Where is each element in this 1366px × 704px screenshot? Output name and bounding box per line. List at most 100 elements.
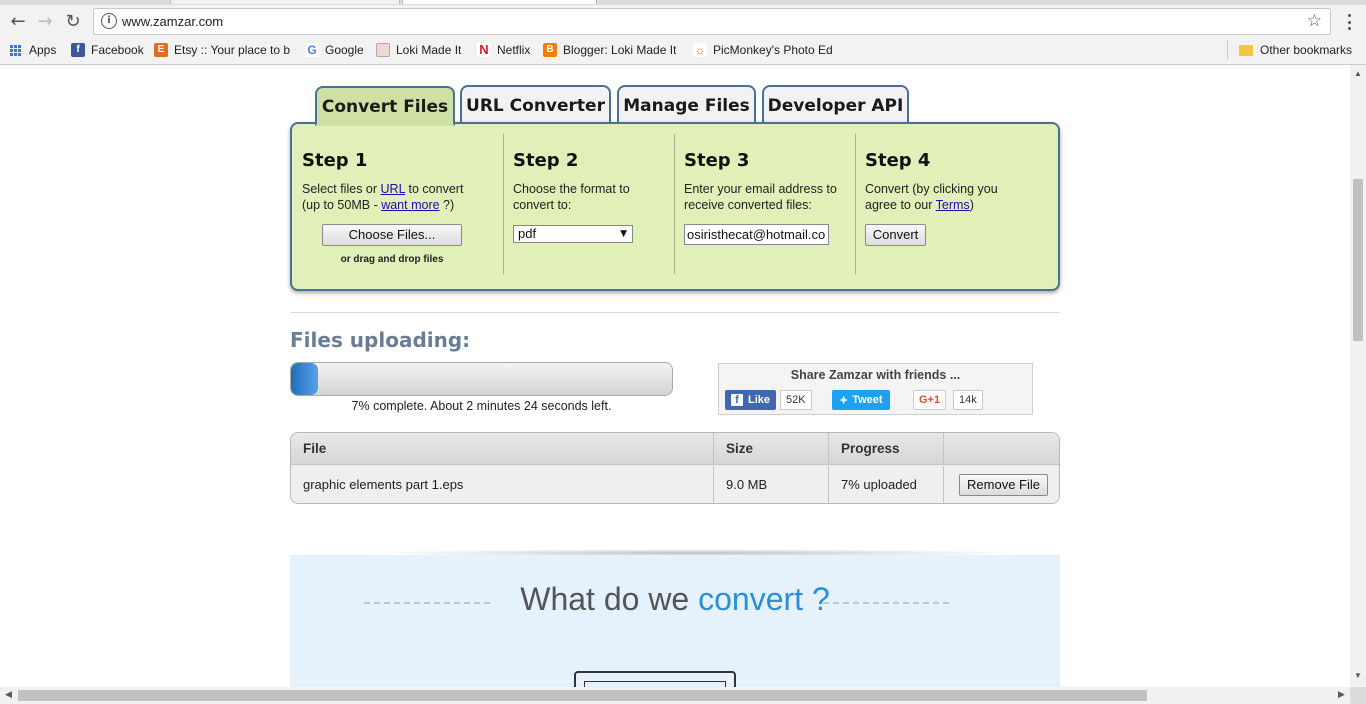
other-bookmarks[interactable]: Other bookmarks — [1239, 41, 1352, 59]
upload-progress-bar — [290, 362, 673, 396]
dropdown-arrow-icon: ▼ — [620, 229, 627, 239]
tab-developer-api[interactable]: Developer API — [762, 85, 909, 123]
back-arrow-icon[interactable]: ← — [7, 11, 29, 33]
other-bookmarks-label: Other bookmarks — [1260, 43, 1353, 57]
file-name: graphic elements part 1.eps — [291, 466, 714, 503]
step-4-text: Convert (by clicking you agree to our Te… — [865, 181, 1015, 213]
bookmark-facebook[interactable]: f Facebook — [71, 41, 144, 59]
format-select[interactable]: pdf ▼ — [513, 225, 633, 243]
step-3-title: Step 3 — [684, 150, 750, 171]
reload-icon[interactable]: ↻ — [62, 11, 84, 33]
file-progress: 7% uploaded — [829, 466, 944, 503]
what-heading: What do we convert ? — [290, 581, 1060, 618]
bookmark-picmonkey[interactable]: ☼ PicMonkey's Photo Ed — [693, 41, 833, 59]
bookmark-apps[interactable]: Apps — [10, 41, 56, 59]
step-1-text-a: Select files or — [302, 182, 381, 196]
tweet-button[interactable]: ✦ Tweet — [832, 390, 890, 410]
bookmarks-divider — [1227, 40, 1228, 60]
tab-url-converter[interactable]: URL Converter — [460, 85, 611, 123]
step-1: Step 1 Select files or URL to convert (u… — [302, 124, 502, 289]
convert-panel: Step 1 Select files or URL to convert (u… — [290, 122, 1060, 291]
etsy-icon: E — [154, 43, 168, 57]
vertical-scroll-thumb[interactable] — [1353, 179, 1363, 341]
folder-icon — [1239, 44, 1253, 56]
loki-icon — [376, 43, 390, 57]
step-3-text: Enter your email address to receive conv… — [684, 182, 837, 212]
step-2-text: Choose the format to convert to: — [513, 182, 630, 212]
share-title: Share Zamzar with friends ... — [790, 368, 961, 382]
bookmark-label: Blogger: Loki Made It — [563, 43, 677, 57]
vertical-scrollbar[interactable]: ▲ ▼ — [1350, 65, 1366, 687]
step-1-text: Select files or URL to convert (up to 50… — [302, 181, 463, 213]
horizontal-scrollbar[interactable]: ◀ ▶ — [0, 687, 1350, 704]
bookmark-label: Etsy :: Your place to bu — [174, 43, 290, 57]
what-heading-a: What do we — [520, 581, 699, 617]
like-label: Like — [748, 394, 771, 406]
section-divider — [290, 312, 1060, 313]
browser-tab[interactable] — [170, 0, 400, 4]
twitter-bird-icon: ✦ — [839, 394, 849, 407]
drag-drop-hint: or drag and drop files — [340, 254, 444, 265]
bookmark-label: Netflix — [497, 43, 531, 57]
apps-grid-icon — [10, 44, 21, 56]
scroll-right-arrow-icon[interactable]: ▶ — [1338, 689, 1345, 700]
tweet-label: Tweet — [852, 394, 883, 406]
info-icon[interactable]: i — [101, 13, 117, 29]
bookmark-label: Google — [325, 43, 364, 57]
header-file: File — [291, 433, 714, 464]
tab-convert-files[interactable]: Convert Files — [315, 86, 455, 126]
facebook-icon: f — [71, 43, 85, 57]
bookmark-netflix[interactable]: N Netflix — [477, 41, 530, 59]
files-table: File Size Progress graphic elements part… — [290, 432, 1060, 504]
scroll-up-arrow-icon[interactable]: ▲ — [1354, 69, 1362, 78]
horizontal-scroll-thumb[interactable] — [18, 690, 1147, 701]
step-3: Step 3 Enter your email address to recei… — [684, 124, 854, 289]
forward-arrow-icon[interactable]: → — [34, 11, 56, 33]
step-1-text-d: ?) — [439, 198, 455, 212]
facebook-icon: f — [731, 394, 743, 406]
browser-tab-active[interactable] — [402, 0, 597, 4]
scroll-down-arrow-icon[interactable]: ▼ — [1354, 671, 1362, 680]
table-header: File Size Progress — [291, 433, 1059, 465]
blogger-icon: B — [543, 43, 557, 57]
bookmarks-bar: Apps f Facebook E Etsy :: Your place to … — [0, 39, 1366, 61]
netflix-icon: N — [477, 43, 491, 57]
email-input[interactable]: osiristhecat@hotmail.co — [684, 224, 829, 245]
want-more-link[interactable]: want more — [381, 198, 439, 212]
bookmark-label: Apps — [29, 43, 57, 57]
bookmark-star-icon[interactable]: ☆ — [1307, 11, 1322, 31]
format-value: pdf — [518, 226, 537, 241]
google-icon: G — [305, 43, 319, 57]
url-link[interactable]: URL — [381, 182, 406, 196]
bookmark-google[interactable]: G Google — [305, 41, 364, 59]
scrollbar-corner — [1350, 687, 1366, 704]
google-plus-button[interactable]: G+1 — [913, 390, 947, 410]
address-bar[interactable]: i www.zamzar.com ☆ — [93, 8, 1331, 35]
sketch-illustration — [574, 671, 736, 687]
browser-menu-icon[interactable] — [1341, 12, 1357, 32]
bookmark-loki[interactable]: Loki Made It — [376, 41, 461, 59]
choose-files-button[interactable]: Choose Files... — [322, 224, 462, 246]
step-4-text-a: Convert (by clicking you agree to our — [865, 182, 998, 212]
remove-file-button[interactable]: Remove File — [959, 473, 1048, 496]
step-divider — [503, 134, 504, 274]
tab-manage-files[interactable]: Manage Files — [617, 85, 756, 123]
step-1-title: Step 1 — [302, 150, 368, 171]
step-divider — [674, 134, 675, 274]
step-2-title: Step 2 — [513, 150, 579, 171]
step-1-text-b: to convert — [405, 182, 464, 196]
convert-button[interactable]: Convert — [865, 224, 926, 246]
facebook-like-button[interactable]: f Like — [725, 390, 777, 410]
picmonkey-icon: ☼ — [693, 43, 707, 57]
url-text[interactable]: www.zamzar.com — [122, 14, 223, 29]
bookmark-blogger[interactable]: B Blogger: Loki Made It — [543, 41, 676, 59]
upload-progress-fill — [291, 363, 318, 395]
scroll-left-arrow-icon[interactable]: ◀ — [5, 689, 12, 700]
step-4-text-b: ) — [969, 198, 974, 212]
gplus-count: 14k — [953, 390, 983, 410]
terms-link[interactable]: Terms — [936, 198, 970, 212]
bookmark-etsy[interactable]: E Etsy :: Your place to bu — [154, 41, 290, 59]
like-count: 52K — [780, 390, 812, 410]
header-size: Size — [714, 433, 829, 464]
step-4-title: Step 4 — [865, 150, 931, 171]
